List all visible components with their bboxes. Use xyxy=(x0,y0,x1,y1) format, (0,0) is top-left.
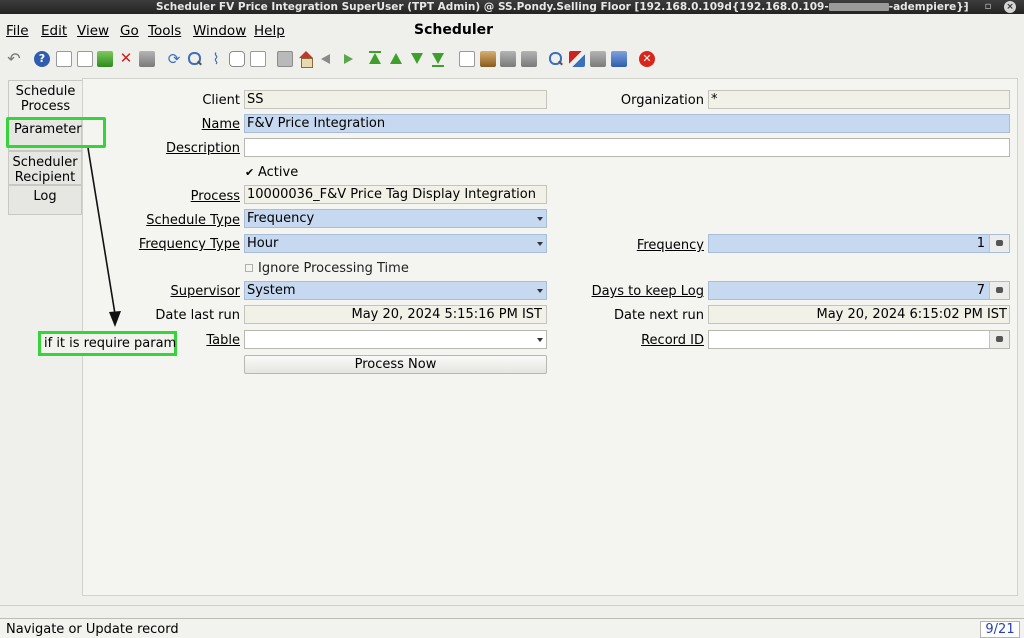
search-icon[interactable] xyxy=(989,331,1009,348)
home-icon[interactable] xyxy=(298,51,314,68)
archive-icon[interactable] xyxy=(480,51,496,67)
redacted-block xyxy=(828,3,889,11)
zoom-across-icon[interactable] xyxy=(548,51,564,67)
table-dropdown[interactable] xyxy=(244,330,547,349)
date-last-run-label: Date last run xyxy=(155,308,240,323)
print-preview-2-icon[interactable] xyxy=(521,51,537,67)
frequency-type-dropdown[interactable]: Hour xyxy=(244,234,547,253)
status-message: Navigate or Update record xyxy=(6,622,179,637)
maximize-icon[interactable]: ▫ xyxy=(980,0,996,14)
menu-bar: File Edit View Go Tools Window Help xyxy=(0,20,1024,42)
schedule-type-label: Schedule Type xyxy=(146,213,240,228)
close-window-icon[interactable]: × xyxy=(1004,1,1016,13)
annotation-note: if it is require param xyxy=(38,331,177,356)
calculator-icon[interactable] xyxy=(989,235,1009,252)
window-heading: Scheduler xyxy=(414,22,494,38)
delete-icon[interactable]: ✕ xyxy=(118,51,134,67)
grid-toggle-icon[interactable] xyxy=(250,51,266,67)
product-info-icon[interactable] xyxy=(611,51,627,67)
annotation-highlight-box xyxy=(6,117,106,148)
menu-view[interactable]: View xyxy=(77,23,109,39)
active-checkbox[interactable]: ✔ Active xyxy=(245,165,298,180)
refresh-icon[interactable]: ⟳ xyxy=(166,51,182,67)
date-last-run-field[interactable]: May 20, 2024 5:15:16 PM IST xyxy=(244,305,547,324)
attachment-icon[interactable]: ⌇ xyxy=(208,51,224,67)
menu-window[interactable]: Window xyxy=(193,23,246,39)
description-label: Description xyxy=(165,141,240,156)
status-divider xyxy=(0,605,1024,606)
menu-help[interactable]: Help xyxy=(254,23,285,39)
minimize-icon[interactable]: – xyxy=(958,0,974,14)
process-field[interactable]: 10000036_F&V Price Tag Display Integrati… xyxy=(244,185,547,204)
description-field[interactable] xyxy=(244,138,1010,157)
menu-edit[interactable]: Edit xyxy=(41,23,67,39)
chevron-down-icon[interactable] xyxy=(534,235,546,252)
window-title: Scheduler FV Price Integration SuperUser… xyxy=(156,1,969,13)
new-icon[interactable] xyxy=(56,51,72,67)
exit-icon[interactable]: ✕ xyxy=(639,51,655,67)
organization-label: Organization xyxy=(620,93,704,108)
frequency-field[interactable]: 1 xyxy=(708,234,1010,253)
previous-record-icon[interactable] xyxy=(388,51,404,67)
supervisor-dropdown[interactable]: System xyxy=(244,281,547,300)
last-record-icon[interactable] xyxy=(430,51,446,67)
client-field[interactable]: SS xyxy=(244,90,547,109)
back-icon[interactable] xyxy=(319,51,335,67)
history-icon[interactable] xyxy=(277,51,293,67)
checkbox-empty-icon xyxy=(245,264,253,272)
record-id-label: Record ID xyxy=(641,333,704,348)
name-field[interactable]: F&V Price Integration xyxy=(244,114,1010,133)
record-counter[interactable]: 9/21 xyxy=(980,621,1020,638)
find-icon[interactable] xyxy=(187,51,203,67)
table-label: Table xyxy=(206,333,240,348)
toolbar: ↶ ? ✕ ⟳ ⌇ ✕ xyxy=(0,48,1024,72)
frequency-type-label: Frequency Type xyxy=(138,237,240,252)
process-now-button[interactable]: Process Now xyxy=(244,355,547,374)
client-label: Client xyxy=(202,93,240,108)
calculator-icon[interactable] xyxy=(989,282,1009,299)
schedule-type-dropdown[interactable]: Frequency xyxy=(244,209,547,228)
supervisor-label: Supervisor xyxy=(170,284,240,299)
save-icon[interactable] xyxy=(97,51,113,67)
days-to-keep-log-field[interactable]: 7 xyxy=(708,281,1010,300)
undo-icon[interactable]: ↶ xyxy=(6,51,22,67)
days-to-keep-log-label: Days to keep Log xyxy=(591,284,704,299)
chevron-down-icon[interactable] xyxy=(534,282,546,299)
checkmark-icon: ✔ xyxy=(245,166,255,179)
frequency-label: Frequency xyxy=(636,238,704,253)
report-icon[interactable] xyxy=(459,51,475,67)
tab-log[interactable]: Log xyxy=(8,185,82,215)
menu-file[interactable]: File xyxy=(6,23,29,39)
status-bar: Navigate or Update record 9/21 xyxy=(0,618,1024,638)
date-next-run-label: Date next run xyxy=(614,308,704,323)
tab-scheduler-recipient[interactable]: Scheduler Recipient xyxy=(8,151,82,185)
chat-icon[interactable] xyxy=(229,51,245,67)
copy-icon[interactable] xyxy=(77,51,93,67)
ignore-processing-time-checkbox[interactable]: Ignore Processing Time xyxy=(245,261,409,276)
record-id-field[interactable] xyxy=(708,330,1010,349)
tab-schedule-process[interactable]: Schedule Process xyxy=(8,80,82,118)
first-record-icon[interactable] xyxy=(367,51,383,67)
requests-icon[interactable] xyxy=(590,51,606,67)
help-icon[interactable]: ? xyxy=(34,51,50,67)
menu-tools[interactable]: Tools xyxy=(148,23,181,39)
workflow-icon[interactable] xyxy=(569,51,585,67)
name-label: Name xyxy=(201,117,240,132)
date-next-run-field[interactable]: May 20, 2024 6:15:02 PM IST xyxy=(708,305,1010,324)
print-icon[interactable] xyxy=(500,51,516,67)
menu-go[interactable]: Go xyxy=(120,23,139,39)
chevron-down-icon[interactable] xyxy=(534,210,546,227)
window-title-bar: Scheduler FV Price Integration SuperUser… xyxy=(0,0,1024,14)
forward-icon[interactable] xyxy=(340,51,356,67)
organization-field[interactable]: * xyxy=(708,90,1010,109)
process-label: Process xyxy=(190,189,240,204)
chevron-down-icon[interactable] xyxy=(534,331,546,348)
print-preview-icon[interactable] xyxy=(139,51,155,67)
next-record-icon[interactable] xyxy=(409,51,425,67)
